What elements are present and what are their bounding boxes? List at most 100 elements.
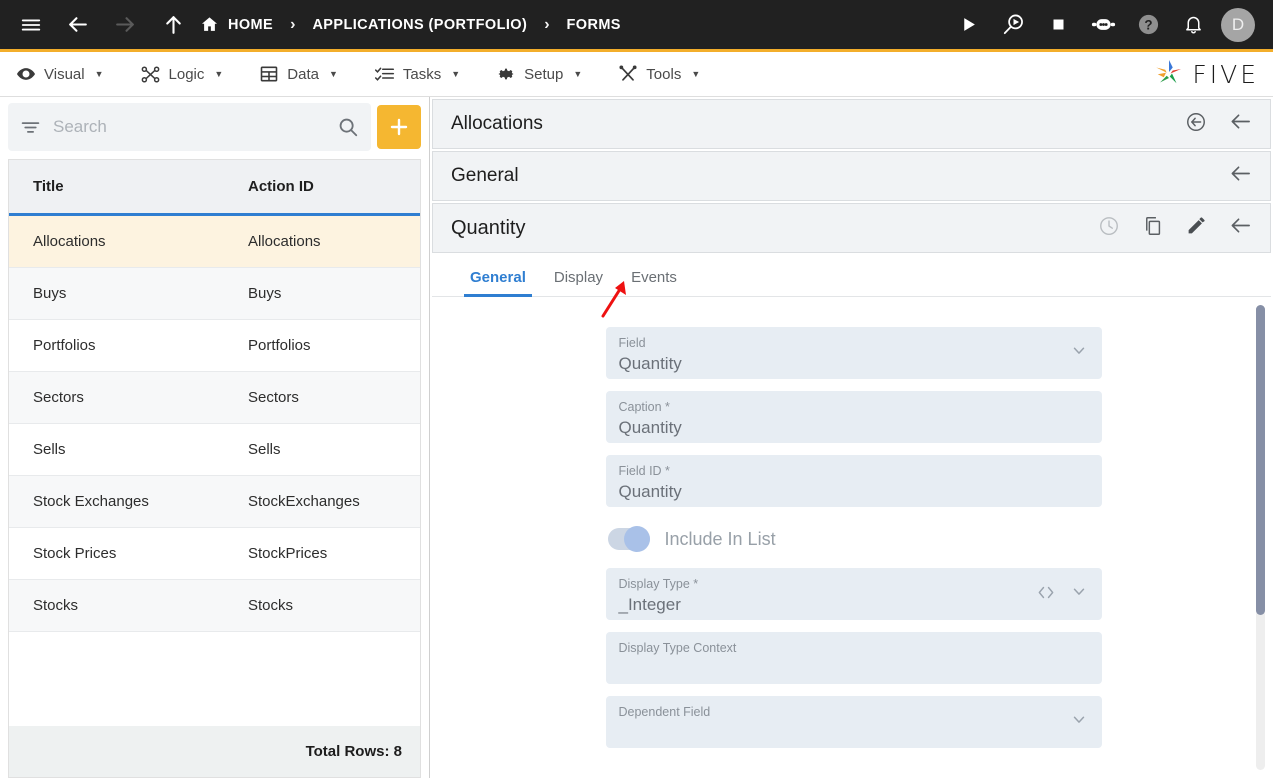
cell-title: Buys (33, 285, 67, 302)
top-navigation-bar: HOME › APPLICATIONS (PORTFOLIO) › FORMS (0, 0, 1273, 52)
logic-nodes-icon (140, 64, 161, 85)
table-row[interactable]: Portfolios Portfolios (9, 320, 420, 372)
arrow-up-icon[interactable] (156, 8, 190, 42)
cell-title: Stock Prices (33, 545, 117, 562)
cell-action-id: Stocks (248, 597, 294, 614)
field-display-type[interactable]: Display Type * _Integer (605, 568, 1102, 620)
menu-label: Tools (646, 65, 682, 83)
chevron-down-icon[interactable] (1070, 583, 1088, 606)
filter-icon[interactable] (20, 117, 41, 138)
forms-list-panel: Title Action ID Allocations Allocations … (0, 97, 430, 778)
menu-visual[interactable]: Visual ▼ (16, 64, 104, 84)
search-input[interactable] (53, 117, 325, 137)
include-in-list-toggle[interactable] (607, 526, 650, 552)
run-icon[interactable] (951, 8, 985, 42)
application-menu-bar: Visual ▼ Logic ▼ Data ▼ Tasks ▼ Setup ▼ … (0, 52, 1273, 97)
cell-title: Sectors (33, 389, 84, 406)
add-form-button[interactable] (377, 105, 421, 149)
tools-icon (618, 64, 638, 84)
avatar[interactable]: D (1221, 7, 1255, 42)
stop-icon[interactable] (1041, 8, 1075, 42)
gear-icon (496, 64, 516, 84)
code-brackets-icon[interactable] (1036, 585, 1056, 604)
edit-pencil-icon[interactable] (1186, 215, 1207, 241)
table-body: Allocations Allocations Buys Buys Portfo… (9, 216, 420, 726)
menu-label: Data (287, 65, 319, 83)
table-row[interactable]: Stocks Stocks (9, 580, 420, 632)
back-arrow-icon[interactable] (1229, 162, 1252, 190)
panel-header-general: General (432, 151, 1271, 201)
breadcrumb-item-forms[interactable]: FORMS (567, 17, 621, 33)
table-row[interactable]: Stock Prices StockPrices (9, 528, 420, 580)
cell-title: Sells (33, 441, 66, 458)
revert-circle-icon[interactable] (1185, 111, 1207, 138)
breadcrumb-item-applications[interactable]: APPLICATIONS (PORTFOLIO) (312, 17, 527, 33)
form-detail-panel: Allocations General Quantity General Dis… (430, 97, 1273, 778)
arrow-left-icon[interactable] (60, 8, 94, 42)
debug-search-icon[interactable] (996, 8, 1030, 42)
form-scrollbar[interactable] (1256, 305, 1265, 770)
field-display-type-context[interactable]: Display Type Context (605, 632, 1102, 684)
form-fields: Field Quantity Caption * Quantity Field … (602, 327, 1102, 748)
checklist-icon (374, 64, 395, 85)
field-field[interactable]: Field Quantity (605, 327, 1102, 379)
menu-tasks[interactable]: Tasks ▼ (374, 64, 460, 85)
menu-tools[interactable]: Tools ▼ (618, 64, 700, 84)
field-title: Quantity (451, 216, 526, 239)
field-dependent-field[interactable]: Dependent Field (605, 696, 1102, 748)
table-header: Title Action ID (9, 160, 420, 216)
table-row[interactable]: Buys Buys (9, 268, 420, 320)
menu-data[interactable]: Data ▼ (259, 64, 338, 84)
cell-action-id: Allocations (248, 233, 321, 250)
five-pinwheel-icon (1154, 57, 1184, 92)
scrollbar-thumb[interactable] (1256, 305, 1265, 615)
chevron-down-icon[interactable] (1070, 342, 1088, 365)
cell-title: Stock Exchanges (33, 493, 149, 510)
robot-icon[interactable] (1086, 8, 1120, 42)
breadcrumb-separator: › (544, 15, 550, 33)
section-title: General (451, 165, 519, 186)
search-icon[interactable] (337, 116, 359, 138)
menu-setup[interactable]: Setup ▼ (496, 64, 582, 84)
tab-general[interactable]: General (456, 269, 540, 297)
breadcrumb-item-home[interactable]: HOME (200, 15, 273, 34)
main-body: Title Action ID Allocations Allocations … (0, 97, 1273, 778)
panel-actions (1185, 110, 1252, 138)
hamburger-icon[interactable] (14, 8, 48, 42)
chevron-down-icon[interactable] (1070, 711, 1088, 734)
cell-title: Portfolios (33, 337, 96, 354)
column-header-title[interactable]: Title (9, 178, 224, 195)
field-label: Display Type * (618, 577, 699, 591)
table-row[interactable]: Allocations Allocations (9, 216, 420, 268)
field-value: Quantity (618, 482, 682, 501)
field-label: Dependent Field (618, 705, 711, 719)
table-row[interactable]: Sells Sells (9, 424, 420, 476)
history-clock-icon[interactable] (1098, 215, 1120, 242)
cell-action-id: StockExchanges (248, 493, 360, 510)
chevron-down-icon: ▼ (451, 69, 461, 79)
notifications-icon[interactable] (1176, 8, 1210, 42)
copy-icon[interactable] (1142, 215, 1164, 242)
brand-text: FIVE (1192, 59, 1259, 89)
cell-action-id: Sectors (248, 389, 299, 406)
arrow-right-icon[interactable] (108, 8, 142, 42)
eye-icon (16, 64, 36, 84)
tab-events[interactable]: Events (617, 269, 691, 296)
menu-logic[interactable]: Logic ▼ (140, 64, 224, 85)
back-arrow-icon[interactable] (1229, 214, 1252, 242)
field-caption[interactable]: Caption * Quantity (605, 391, 1102, 443)
search-box[interactable] (8, 103, 371, 151)
column-header-action-id[interactable]: Action ID (224, 178, 420, 195)
chevron-down-icon: ▼ (94, 69, 104, 79)
chevron-down-icon: ▼ (214, 69, 224, 79)
table-row[interactable]: Sectors Sectors (9, 372, 420, 424)
tab-display[interactable]: Display (540, 269, 617, 296)
chevron-down-icon: ▼ (691, 69, 701, 79)
breadcrumb-label: HOME (228, 16, 274, 33)
menu-label: Tasks (402, 65, 442, 83)
field-field-id[interactable]: Field ID * Quantity (605, 455, 1102, 507)
back-arrow-icon[interactable] (1229, 110, 1252, 138)
table-row[interactable]: Stock Exchanges StockExchanges (9, 476, 420, 528)
panel-actions (1229, 162, 1252, 190)
help-icon[interactable]: ? (1131, 8, 1165, 42)
